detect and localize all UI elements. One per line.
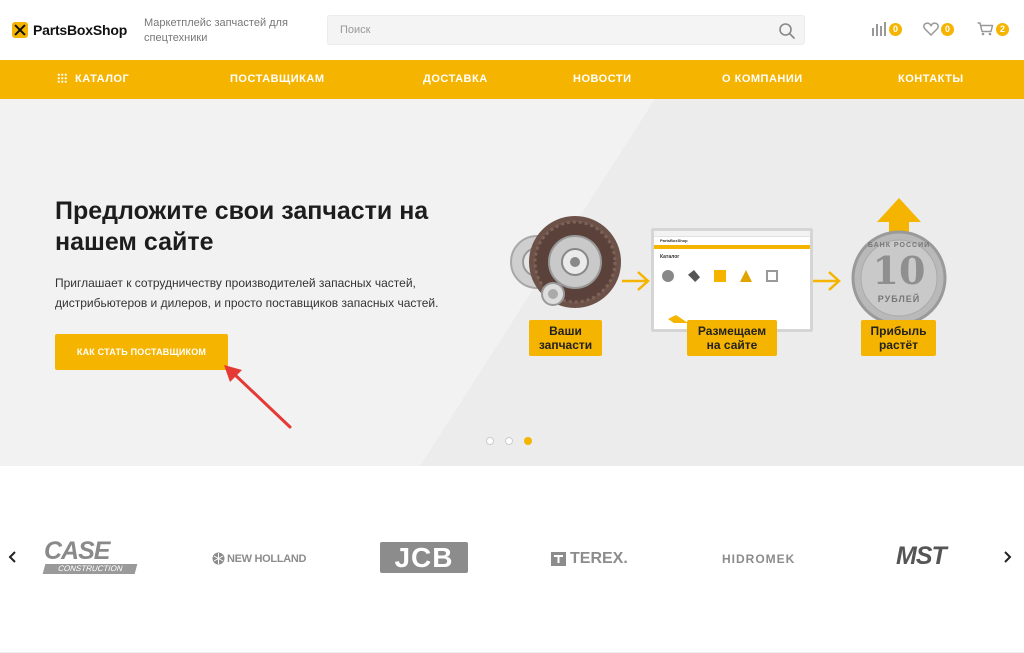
- favorites-count-badge: 0: [941, 22, 954, 36]
- brand-name: NEW HOLLAND: [227, 552, 307, 565]
- nav-item-delivery[interactable]: Доставка: [423, 60, 488, 99]
- nav-item-suppliers[interactable]: Поставщикам: [230, 60, 324, 99]
- logo[interactable]: PartsBoxShop: [12, 22, 127, 38]
- slider-dot-3[interactable]: [524, 437, 532, 445]
- heart-icon: [923, 22, 939, 36]
- nav-item-contacts[interactable]: Контакты: [898, 60, 964, 99]
- step-place-on-site-label: Размещаем на сайте: [687, 320, 777, 356]
- step-profit-grows-label: Прибыль растёт: [861, 320, 936, 356]
- logo-text: PartsBoxShop: [33, 22, 128, 38]
- brand-jcb[interactable]: JCB: [380, 542, 468, 573]
- catalog-grid-icon: [57, 73, 67, 83]
- mockup-tiles: [654, 262, 810, 282]
- brands-carousel: CASE CONSTRUCTION NEW HOLLAND JCB TEREX.…: [0, 466, 1024, 653]
- slider-dot-2[interactable]: [505, 437, 513, 445]
- slider-pagination: [486, 437, 532, 445]
- brand-case[interactable]: CASE CONSTRUCTION: [42, 537, 138, 574]
- brand-mst[interactable]: MST: [896, 542, 947, 571]
- step-label-line: Прибыль: [870, 324, 927, 338]
- brand-name: TEREX.: [570, 550, 628, 567]
- step-label-line: Размещаем: [697, 324, 767, 338]
- site-header: PartsBoxShop Маркетплейс запчастей для с…: [0, 0, 1024, 60]
- hero-slider: Предложите свои запчасти на нашем сайте …: [0, 99, 1024, 466]
- search-input[interactable]: [328, 16, 804, 44]
- main-nav: Каталог Поставщикам Доставка Новости О к…: [0, 60, 1024, 99]
- compare-count-badge: 0: [889, 22, 902, 36]
- compare-icon: [872, 22, 886, 36]
- coin-bottom-text: РУБЛЕЙ: [877, 294, 921, 304]
- coin-value: 10: [872, 248, 926, 293]
- search-icon[interactable]: [778, 22, 796, 40]
- mockup-tile: [662, 270, 674, 282]
- new-holland-leaf-icon: [212, 552, 225, 565]
- clutch-disc-icon: [510, 216, 621, 308]
- brand-new-holland[interactable]: NEW HOLLAND: [212, 552, 307, 565]
- step-label-line: на сайте: [706, 338, 758, 352]
- step-your-parts-label: Ваши запчасти: [529, 320, 602, 356]
- search-box: [327, 15, 805, 45]
- step-label-line: запчасти: [538, 338, 593, 352]
- arrow-right-icon: [622, 271, 650, 291]
- mockup-tool: [668, 315, 688, 323]
- site-tagline: Маркетплейс запчастей для спецтехники: [144, 17, 288, 44]
- mockup-heading: Каталог: [660, 254, 680, 260]
- chevron-right-icon[interactable]: [1000, 550, 1014, 564]
- favorites-button[interactable]: 0: [923, 22, 954, 36]
- mockup-tile: [688, 270, 700, 282]
- website-mockup: PartsBoxShop Каталог: [651, 228, 813, 332]
- mockup-tile: [766, 270, 778, 282]
- red-arrow-icon: [224, 365, 292, 429]
- brand-hidromek[interactable]: HIDROMEK: [722, 552, 795, 566]
- brand-terex[interactable]: TEREX.: [551, 550, 628, 568]
- nav-item-label: Каталог: [75, 73, 130, 85]
- nav-item-news[interactable]: Новости: [573, 60, 632, 99]
- terex-logo-icon: [551, 552, 566, 566]
- brand-name: CASE: [44, 537, 110, 565]
- step-label-line: Ваши: [549, 324, 582, 338]
- nav-item-catalog[interactable]: Каталог: [57, 60, 129, 99]
- cart-icon: [977, 22, 994, 36]
- mockup-logo: PartsBoxShop: [660, 238, 688, 243]
- brand-subtitle: CONSTRUCTION: [42, 564, 138, 574]
- become-supplier-button[interactable]: Как стать поставщиком: [55, 334, 228, 370]
- hero-description: Приглашает к сотрудничеству производител…: [55, 276, 439, 310]
- cart-count-badge: 2: [996, 22, 1009, 36]
- logo-icon: [12, 22, 28, 38]
- hero-title: Предложите свои запчасти на нашем сайте: [55, 197, 429, 256]
- mockup-tile: [714, 270, 726, 282]
- nav-item-about[interactable]: О компании: [722, 60, 803, 99]
- step-label-line: растёт: [878, 338, 919, 352]
- mockup-tile: [740, 270, 752, 282]
- slider-dot-1[interactable]: [486, 437, 494, 445]
- compare-button[interactable]: 0: [871, 22, 902, 36]
- chevron-left-icon[interactable]: [6, 550, 20, 564]
- arrow-right-icon: [813, 271, 841, 291]
- cart-button[interactable]: 2: [977, 22, 1009, 36]
